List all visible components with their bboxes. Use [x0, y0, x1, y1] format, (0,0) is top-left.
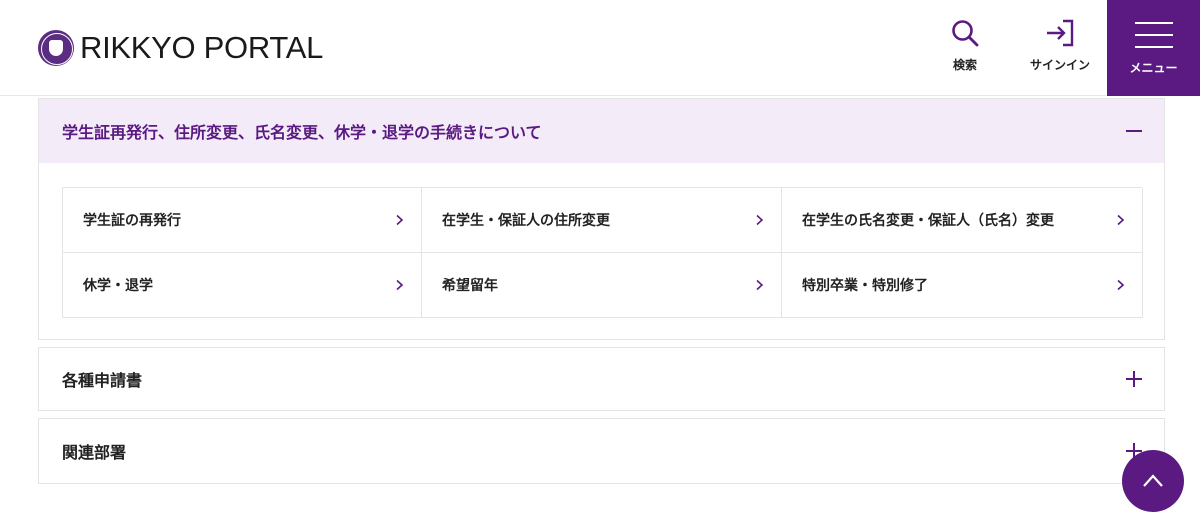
- hamburger-icon: [1134, 22, 1173, 48]
- link-label: 在学生の氏名変更・保証人（氏名）変更: [802, 213, 1054, 229]
- accordion-header-procedures[interactable]: 学生証再発行、住所変更、氏名変更、休学・退学の手続きについて: [39, 99, 1164, 163]
- plus-icon[interactable]: [1126, 371, 1142, 387]
- chevron-right-icon: [1117, 279, 1125, 291]
- chevron-up-icon: [1143, 474, 1163, 487]
- menu-button[interactable]: メニュー: [1107, 0, 1200, 96]
- link-label: 休学・退学: [83, 278, 153, 294]
- accordion-title: 関連部署: [62, 443, 127, 462]
- back-to-top-button[interactable]: [1122, 450, 1184, 512]
- link-student-id-reissue[interactable]: 学生証の再発行: [63, 188, 422, 253]
- site-header: RIKKYO PORTAL 検索 サインイン メニュー: [0, 0, 1200, 96]
- link-label: 学生証の再発行: [83, 213, 181, 229]
- signin-label: サインイン: [1029, 58, 1090, 72]
- chevron-right-icon: [396, 214, 404, 226]
- link-voluntary-repeat[interactable]: 希望留年: [422, 253, 782, 318]
- menu-label: メニュー: [1129, 61, 1178, 75]
- link-leave-withdrawal[interactable]: 休学・退学: [63, 253, 422, 318]
- link-special-graduation[interactable]: 特別卒業・特別修了: [782, 253, 1143, 318]
- accordion-procedures: 学生証再発行、住所変更、氏名変更、休学・退学の手続きについて 学生証の再発行 在…: [38, 98, 1165, 340]
- search-icon: [952, 20, 979, 47]
- signin-button[interactable]: サインイン: [1022, 0, 1098, 96]
- chevron-right-icon: [1117, 214, 1125, 226]
- chevron-right-icon: [756, 279, 764, 291]
- accordion-title: 各種申請書: [62, 371, 143, 390]
- accordion-related-departments[interactable]: 関連部署: [38, 418, 1165, 484]
- chevron-right-icon: [396, 279, 404, 291]
- search-button[interactable]: 検索: [938, 0, 992, 96]
- search-label: 検索: [952, 58, 977, 72]
- link-label: 希望留年: [442, 278, 498, 294]
- signin-icon: [1047, 19, 1074, 47]
- portal-logo-link[interactable]: RIKKYO PORTAL: [38, 30, 323, 66]
- rikkyo-seal-logo: [38, 30, 74, 66]
- accordion-application-forms[interactable]: 各種申請書: [38, 347, 1165, 411]
- link-label: 在学生・保証人の住所変更: [442, 213, 610, 229]
- procedure-link-grid: 学生証の再発行 在学生・保証人の住所変更 在学生の氏名変更・保証人（氏名）変更 …: [62, 187, 1143, 318]
- link-label: 特別卒業・特別修了: [802, 278, 928, 294]
- logo-text: RIKKYO PORTAL: [80, 30, 324, 65]
- accordion-title: 学生証再発行、住所変更、氏名変更、休学・退学の手続きについて: [62, 123, 542, 142]
- link-address-change[interactable]: 在学生・保証人の住所変更: [422, 188, 782, 253]
- minus-icon[interactable]: [1126, 123, 1142, 139]
- link-name-change[interactable]: 在学生の氏名変更・保証人（氏名）変更: [782, 188, 1143, 253]
- chevron-right-icon: [756, 214, 764, 226]
